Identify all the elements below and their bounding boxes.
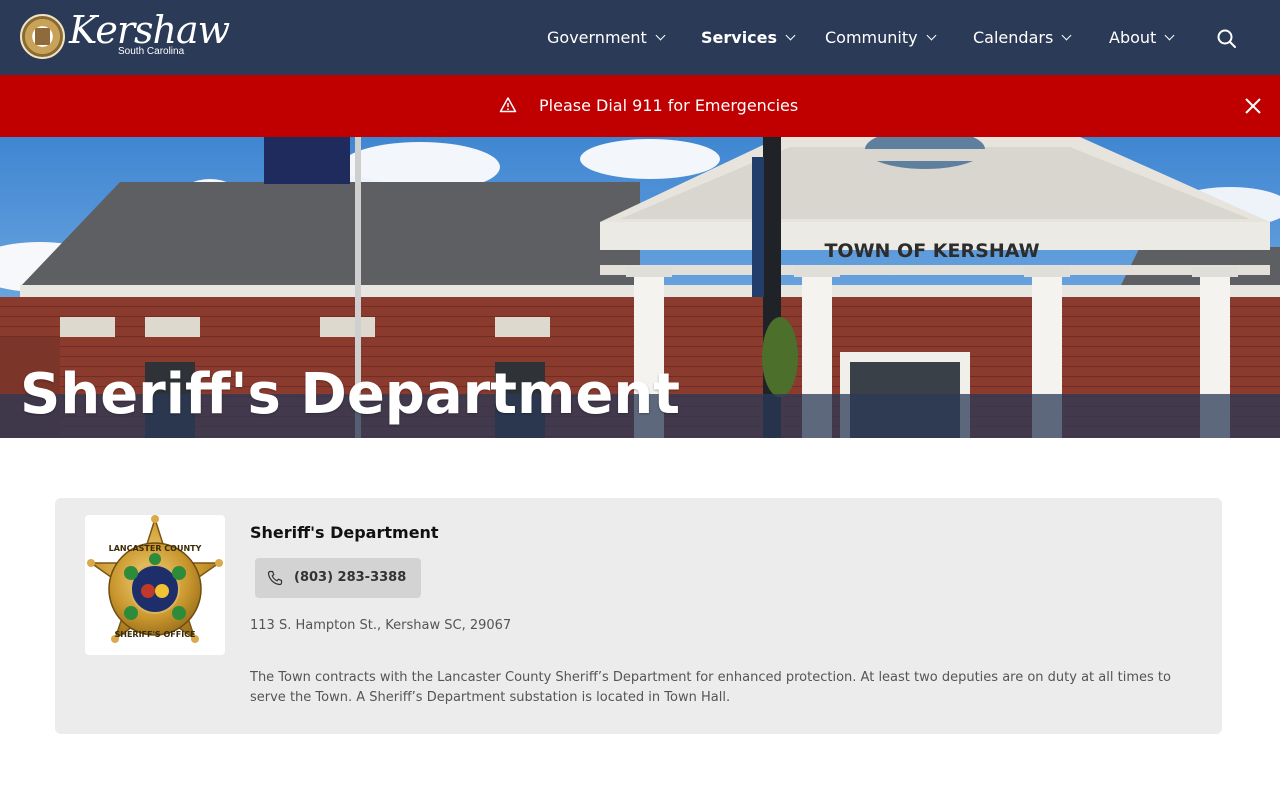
phone-button[interactable]: (803) 283-3388 — [255, 558, 421, 598]
svg-text:SHERIFF'S OFFICE: SHERIFF'S OFFICE — [114, 630, 195, 639]
close-icon — [1245, 98, 1261, 114]
site-header: Kershaw South Carolina Government Servic… — [0, 0, 1280, 75]
nav-label: Services — [701, 28, 778, 47]
logo-subtitle: South Carolina — [118, 46, 185, 57]
chevron-down-icon — [926, 30, 937, 40]
chevron-down-icon — [655, 30, 666, 40]
search-button[interactable] — [1214, 26, 1240, 52]
town-seal-icon — [20, 14, 65, 59]
nav-label: Community — [825, 28, 918, 47]
chevron-down-icon — [1061, 30, 1072, 40]
nav-community[interactable]: Community — [825, 0, 937, 75]
emergency-alert-bar: Please Dial 911 for Emergencies — [0, 75, 1280, 137]
building-sign: TOWN OF KERSHAW — [824, 240, 1039, 262]
department-address: 113 S. Hampton St., Kershaw SC, 29067 — [250, 618, 512, 633]
nav-calendars[interactable]: Calendars — [973, 0, 1072, 75]
hero-banner: TOWN OF KERSHAW Sheriff's Department — [0, 137, 1280, 438]
chevron-down-icon — [785, 30, 796, 40]
sheriff-badge-icon: LANCASTER COUNTY SHERIFF'S OFFICE — [87, 515, 223, 643]
svg-text:LANCASTER COUNTY: LANCASTER COUNTY — [109, 544, 202, 553]
phone-number: (803) 283-3388 — [294, 570, 407, 585]
nav-government[interactable]: Government — [547, 0, 666, 75]
nav-label: Calendars — [973, 28, 1054, 47]
sheriff-badge-image: LANCASTER COUNTY SHERIFF'S OFFICE — [85, 515, 225, 655]
chevron-down-icon — [1164, 30, 1175, 40]
nav-label: Government — [547, 28, 647, 47]
department-card: LANCASTER COUNTY SHERIFF'S OFFICE Sherif… — [55, 498, 1222, 734]
phone-icon — [267, 570, 283, 586]
alert-close-button[interactable] — [1242, 95, 1264, 117]
nav-about[interactable]: About — [1109, 0, 1175, 75]
nav-services[interactable]: Services — [701, 0, 796, 75]
warning-icon — [499, 97, 517, 113]
department-description: The Town contracts with the Lancaster Co… — [250, 670, 1171, 705]
nav-label: About — [1109, 28, 1157, 47]
alert-message: Please Dial 911 for Emergencies — [539, 96, 799, 115]
search-icon — [1217, 29, 1236, 48]
site-logo[interactable]: Kershaw South Carolina — [20, 9, 230, 60]
page-title: Sheriff's Department — [20, 362, 681, 427]
logo-wordmark: Kershaw — [69, 8, 230, 52]
department-name: Sheriff's Department — [250, 523, 439, 542]
